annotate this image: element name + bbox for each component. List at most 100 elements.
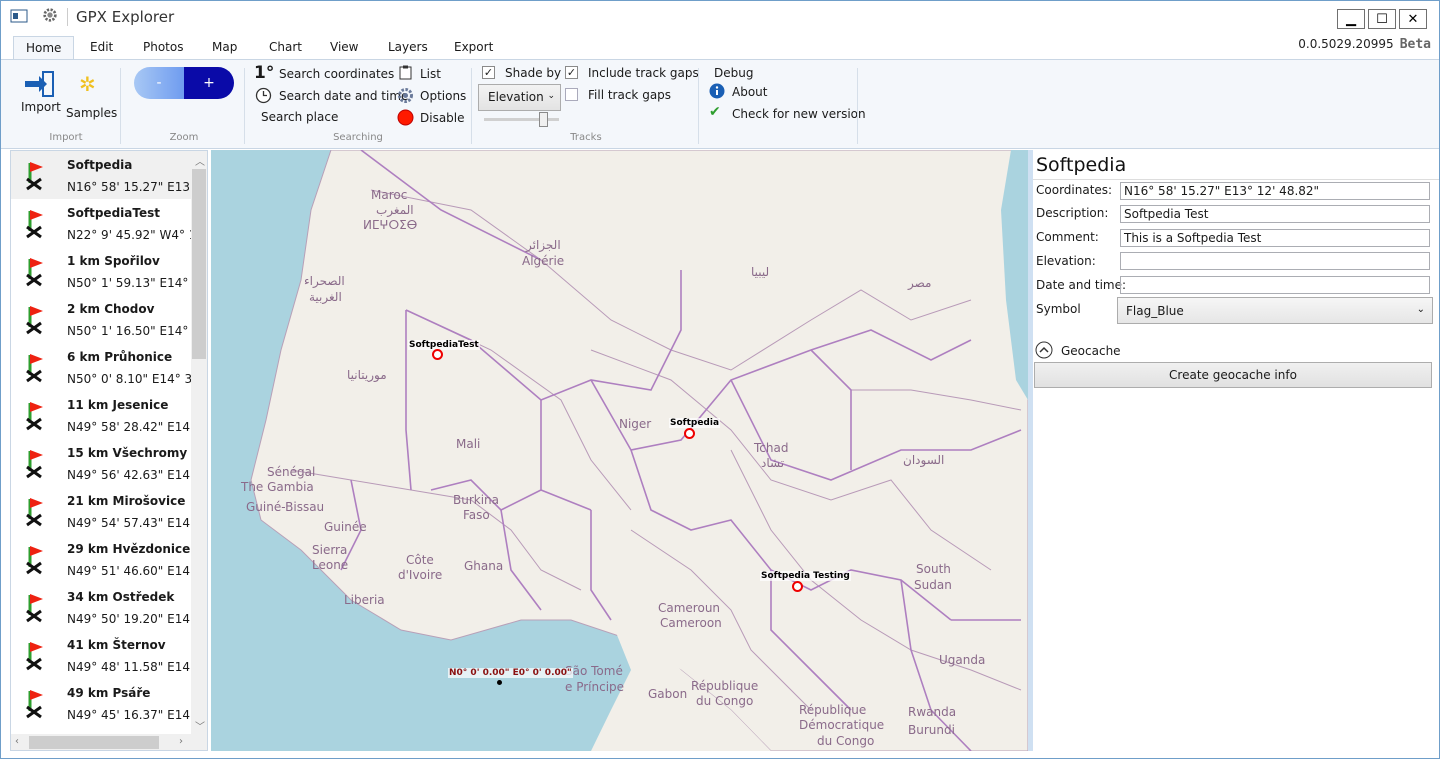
zoom-out-button[interactable]: - [134, 67, 184, 99]
scroll-down-icon[interactable]: ﹀ [195, 718, 205, 733]
waypoint-name: 2 km Chodov [67, 302, 155, 316]
map-label: Sierra [312, 543, 348, 557]
map-marker[interactable] [792, 581, 803, 592]
include-gaps-checkbox[interactable]: ✓ [565, 66, 578, 79]
coordinates-label: Coordinates: [1036, 183, 1113, 197]
tab-layers[interactable]: Layers [376, 36, 440, 60]
map-label: تشاد [761, 456, 785, 470]
shade-by-checkbox[interactable]: ✓ [482, 66, 495, 79]
map-label: d'Ivoire [398, 568, 443, 582]
shade-slider-thumb[interactable] [539, 112, 548, 127]
map-marker-label: Softpedia Testing [760, 571, 851, 581]
shade-by-select[interactable]: Elevation ⌄ [478, 84, 561, 111]
search-place-button[interactable]: Search place [261, 110, 338, 124]
settings-gear-icon[interactable] [41, 7, 59, 23]
map-view[interactable]: Maroc المغرب ⵍⵎⵖⵔⵉⴱ الجزائر Algérie ليبي… [211, 150, 1028, 751]
waypoint-name: Softpedia [67, 158, 133, 172]
list-item[interactable]: 29 km Hvězdonice N49° 51' 46.60" E14° 47 [11, 535, 207, 583]
waypoint-coords: N49° 45' 16.37" E14° 58 [67, 708, 208, 722]
list-item[interactable]: 6 km Průhonice N50° 0' 8.10" E14° 34' 2 [11, 343, 207, 391]
list-item[interactable]: SoftpediaTest N22° 9' 45.92" W4° 17' [11, 199, 207, 247]
about-button[interactable]: About [732, 85, 767, 99]
symbol-value: Flag_Blue [1126, 304, 1184, 318]
fill-gaps-checkbox[interactable] [565, 88, 578, 101]
tab-view[interactable]: View [318, 36, 370, 60]
ribbon: Import ✲ Samples Import - + Zoom 1° Sear… [1, 59, 1439, 149]
waypoint-coords: N50° 0' 8.10" E14° 34' 2 [67, 372, 208, 386]
comment-field[interactable]: This is a Softpedia Test [1120, 229, 1430, 247]
list-item[interactable]: 49 km Psáře N49° 45' 16.37" E14° 58 [11, 679, 207, 727]
clock-icon [255, 87, 272, 104]
symbol-select[interactable]: Flag_Blue ⌄ [1117, 297, 1433, 324]
options-button[interactable]: Options [420, 89, 466, 103]
map-label: ليبيا [751, 265, 770, 279]
list-item[interactable]: 41 km Šternov N49° 48' 11.58" E14° 54 [11, 631, 207, 679]
check-version-button[interactable]: Check for new version [732, 107, 866, 121]
app-icon [10, 9, 28, 23]
scroll-right-icon[interactable]: › [179, 736, 183, 747]
waypoint-name: 11 km Jesenice [67, 398, 169, 412]
map-marker-label: SoftpediaTest [408, 340, 480, 350]
map-label: الغربية [309, 290, 342, 304]
elevation-field[interactable] [1120, 252, 1430, 270]
list-button[interactable]: List [420, 67, 441, 81]
list-horizontal-scroll-thumb[interactable] [29, 736, 159, 749]
tab-photos[interactable]: Photos [131, 36, 195, 60]
chevron-down-icon: ⌄ [547, 91, 555, 101]
list-icon [399, 65, 412, 80]
create-geocache-button[interactable]: Create geocache info [1034, 362, 1432, 388]
description-field[interactable]: Softpedia Test [1120, 205, 1430, 223]
close-button[interactable]: ✕ [1399, 9, 1427, 29]
map-marker[interactable] [684, 428, 695, 439]
list-item[interactable]: 2 km Chodov N50° 1' 16.50" E14° 30' [11, 295, 207, 343]
map-label: São Tomé [565, 664, 623, 678]
map-label: République [799, 703, 867, 717]
waypoint-name: 6 km Průhonice [67, 350, 173, 364]
map-label: السودان [903, 453, 945, 467]
ribbon-tabs: Home Edit Photos Map Chart View Layers E… [1, 34, 1439, 60]
debug-button[interactable]: Debug [714, 66, 753, 80]
group-label-tracks: Tracks [570, 132, 602, 143]
collapse-chevron-up-icon[interactable] [1035, 341, 1053, 359]
origin-marker[interactable] [497, 680, 502, 685]
list-item[interactable]: Softpedia N16° 58' 15.27" E13° 12' 48.82… [11, 151, 207, 199]
import-button[interactable]: Import [21, 100, 61, 114]
map-marker[interactable] [432, 349, 443, 360]
tab-edit[interactable]: Edit [78, 36, 125, 60]
map-label: Liberia [344, 593, 385, 607]
datetime-field[interactable] [1120, 276, 1430, 294]
tab-home[interactable]: Home [13, 36, 75, 60]
scroll-up-icon[interactable]: ︿ [195, 153, 205, 168]
waypoint-coords: N49° 50' 19.20" E14° 49 [67, 612, 208, 626]
tab-export[interactable]: Export [442, 36, 505, 60]
list-item[interactable]: 1 km Spořilov N50° 1' 59.13" E14° 29' [11, 247, 207, 295]
maximize-button[interactable]: ☐ [1368, 9, 1396, 29]
map-label: Sénégal [267, 465, 316, 479]
beta-badge: Beta [1399, 37, 1431, 52]
flag-icon [26, 594, 43, 623]
minimize-button[interactable]: ▁ [1337, 9, 1365, 29]
list-item[interactable]: 11 km Jesenice N49° 58' 28.42" E14° 36 [11, 391, 207, 439]
group-separator [471, 68, 472, 144]
map-label: Ghana [464, 559, 504, 573]
tab-chart[interactable]: Chart [257, 36, 314, 60]
disable-button[interactable]: Disable [420, 111, 465, 125]
map-label: Niger [619, 417, 652, 431]
tab-map[interactable]: Map [200, 36, 249, 60]
search-coordinates-button[interactable]: Search coordinates [279, 67, 394, 81]
disable-record-icon [397, 109, 414, 126]
waypoint-coords: N49° 58' 28.42" E14° 36 [67, 420, 208, 434]
datetime-label: Date and time: [1036, 278, 1127, 292]
map-label: Algérie [522, 254, 565, 268]
search-date-button[interactable]: Search date and time [279, 89, 408, 103]
zoom-in-button[interactable]: + [184, 67, 234, 99]
samples-button[interactable]: Samples [66, 106, 117, 120]
list-item[interactable]: 34 km Ostředek N49° 50' 19.20" E14° 49 [11, 583, 207, 631]
comment-label: Comment: [1036, 230, 1099, 244]
list-vertical-scroll-thumb[interactable] [192, 169, 206, 359]
waypoint-name: 29 km Hvězdonice [67, 542, 191, 556]
list-item[interactable]: 15 km Všechromy N49° 56' 42.63" E14° 39 [11, 439, 207, 487]
list-item[interactable]: 21 km Mirošovice N49° 54' 57.43" E14° 42 [11, 487, 207, 535]
scroll-left-icon[interactable]: ‹ [15, 736, 19, 747]
coordinates-field[interactable]: N16° 58' 15.27" E13° 12' 48.82" [1120, 182, 1430, 200]
